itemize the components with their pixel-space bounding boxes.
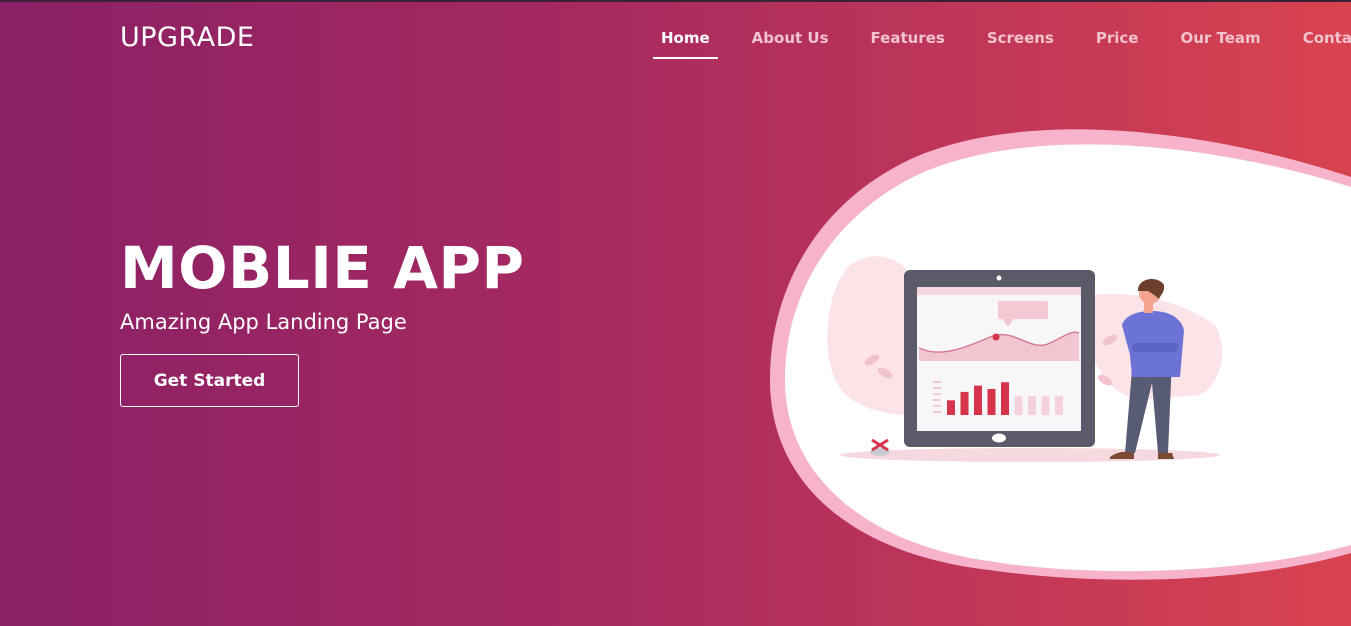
nav-item-features[interactable]: Features (863, 26, 953, 59)
bar-chart-bar (987, 388, 996, 415)
bar-chart-bar (1014, 396, 1023, 415)
tablet-camera (996, 275, 1002, 281)
get-started-button[interactable]: Get Started (120, 354, 299, 407)
bar-chart-bar (947, 400, 955, 415)
bar-chart-bar (960, 391, 969, 415)
bar-chart-bar (1041, 396, 1050, 415)
nav-item-screens[interactable]: Screens (979, 26, 1062, 59)
main-nav: Home About Us Features Screens Price Our… (640, 26, 1351, 59)
area-chart-point (992, 333, 1000, 341)
nav-item-contact[interactable]: Contact (1295, 26, 1351, 59)
brand-logo[interactable]: UPGRADE (120, 22, 254, 53)
nav-item-price[interactable]: Price (1088, 26, 1147, 59)
bar-chart-bar (1055, 396, 1063, 415)
nav-item-home[interactable]: Home (653, 26, 718, 59)
window-top-border (0, 0, 1351, 2)
tablet-screen-header (917, 287, 1081, 295)
bar-chart-bar (1028, 396, 1036, 415)
bar-chart-bar (974, 385, 982, 415)
nav-item-our-team[interactable]: Our Team (1172, 26, 1268, 59)
bar-chart-bar (1001, 382, 1009, 415)
hero-subtitle: Amazing App Landing Page (120, 310, 407, 334)
hero-illustration (770, 129, 1351, 580)
tablet-home-button (992, 433, 1006, 443)
nav-item-about-us[interactable]: About Us (744, 26, 837, 59)
chat-bubble-icon (998, 301, 1048, 319)
hero-title: MOBLIE APP (120, 234, 525, 302)
